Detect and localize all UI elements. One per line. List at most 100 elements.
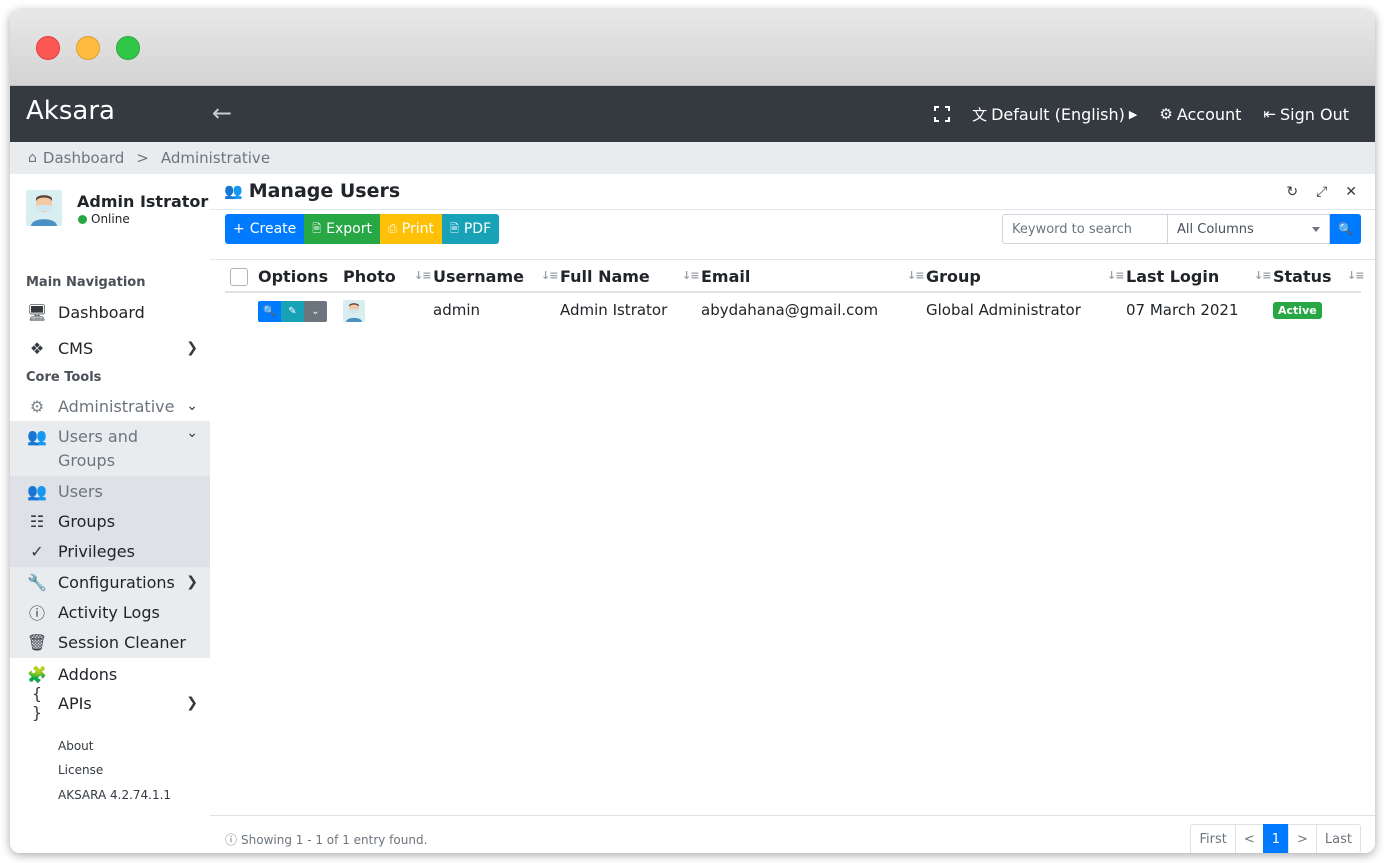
window-titlebar [10,10,1375,86]
user-name: Admin Istrator [77,192,209,211]
sidebar-header-core: Core Tools [26,370,102,385]
account-menu[interactable]: ⚙ Account [1159,105,1241,124]
create-label: Create [249,221,297,237]
edit-button[interactable]: ✎ [281,301,304,322]
dropbox-icon: ❖ [29,338,45,358]
sidebar-item-label: APIs [58,693,92,713]
page-last-button[interactable]: Last [1315,824,1361,853]
expand-icon[interactable]: ⤢ [1316,184,1327,200]
chevron-down-icon: ⌄ [186,425,198,441]
sidebar-item-administrative[interactable]: ⚙ Administrative ⌄ [10,392,210,420]
file-pdf-icon: 🗎 [449,221,459,235]
sidebar-item-users-and-groups[interactable]: 👥 Users and Groups ⌄ [10,421,210,476]
trash-icon: 🗑 [26,633,48,652]
sort-icon[interactable]: ↓≡ [1107,269,1124,282]
cell-group: Global Administrator [926,301,1081,319]
sidebar-item-apis[interactable]: { } APIs ❯ [10,684,210,722]
sort-icon[interactable]: ↓≡ [541,269,558,282]
column-header-options: Options [258,267,329,286]
close-window-button[interactable] [36,36,60,60]
close-icon[interactable]: ✕ [1345,184,1357,200]
column-header-status[interactable]: Status [1273,267,1332,286]
sort-icon[interactable]: ↓≡ [682,269,699,282]
divider [210,815,1375,816]
view-button[interactable]: 🔍 [258,301,281,322]
column-select-value: All Columns [1177,221,1254,237]
export-button[interactable]: 🗎 Export [304,214,380,244]
sidebar-item-configurations[interactable]: 🔧 Configurations ❯ [10,567,210,597]
breadcrumb-dashboard[interactable]: Dashboard [43,149,124,167]
column-select[interactable]: All Columns [1167,214,1330,244]
about-link[interactable]: About [58,739,93,753]
sidebar-item-dashboard[interactable]: 🖥 Dashboard [10,298,210,326]
sidebar-item-users[interactable]: 👥 Users [10,476,210,506]
sidebar-toggle-arrow-icon[interactable]: ← [212,99,232,127]
fullscreen-button[interactable] [934,106,951,122]
search-icon: 🔍 [263,306,276,317]
refresh-icon[interactable]: ↻ [1286,184,1298,200]
sidebar-item-activity-logs[interactable]: ⓘ Activity Logs [10,597,210,627]
row-options: 🔍 ✎ ⌄ [258,301,327,322]
avatar [26,190,62,226]
sidebar-item-groups[interactable]: ☷ Groups [10,506,210,536]
minimize-window-button[interactable] [76,36,100,60]
search-button[interactable]: 🔍 [1330,214,1361,244]
search-bar: All Columns 🔍 [1002,214,1361,244]
sign-out-link[interactable]: ⇤ Sign Out [1263,105,1349,124]
chevron-down-icon: ⌄ [311,306,320,317]
brand-logo[interactable]: Aksara [26,96,115,126]
maximize-window-button[interactable] [116,36,140,60]
sort-icon[interactable]: ↓≡ [907,269,924,282]
sign-out-icon: ⇤ [1263,105,1276,123]
sidebar-item-session-cleaner[interactable]: 🗑 Session Cleaner [10,627,210,658]
page-prev-button[interactable]: < [1234,824,1264,853]
sidebar-item-label: Dashboard [58,302,145,322]
column-header-last-login[interactable]: Last Login [1126,267,1219,286]
chevron-right-icon: ❯ [186,695,198,711]
breadcrumb: ⌂ Dashboard > Administrative [10,142,1375,174]
sort-icon[interactable]: ↓≡ [414,269,431,282]
column-header-email[interactable]: Email [701,267,750,286]
select-all-checkbox[interactable] [230,268,248,286]
user-panel[interactable]: Admin Istrator Online [26,190,209,230]
sidebar-item-label: Privileges [58,542,135,561]
sitemap-icon: ☷ [29,511,45,531]
language-menu[interactable]: 文 Default (English) ▶ [972,104,1137,125]
user-status: Online [78,212,130,226]
user-status-label: Online [91,212,130,226]
browser-window: Aksara ← 文 Default (English) ▶ ⚙ Account… [10,10,1375,853]
top-navbar: Aksara ← 文 Default (English) ▶ ⚙ Account… [10,86,1375,142]
column-header-full-name[interactable]: Full Name [560,267,650,286]
column-header-username[interactable]: Username [433,267,524,286]
result-summary: ⓘ Showing 1 - 1 of 1 entry found. [225,831,427,848]
column-header-group[interactable]: Group [926,267,981,286]
page-next-button[interactable]: > [1288,824,1317,853]
sidebar-item-label: Users and Groups [58,427,138,470]
main-panel: 👥 Manage Users ↻ ⤢ ✕ + Create 🗎 Export ⎙… [210,174,1375,853]
account-label: Account [1176,104,1242,124]
sidebar-item-label: Configurations [58,572,175,592]
page-first-button[interactable]: First [1190,824,1236,853]
page-1-button[interactable]: 1 [1262,824,1289,853]
sidebar-item-cms[interactable]: ❖ CMS ❯ [10,334,210,362]
sign-out-label: Sign Out [1280,104,1349,124]
sort-icon[interactable]: ↓≡ [1347,269,1364,282]
license-link[interactable]: License [58,763,103,777]
sort-icon[interactable]: ↓≡ [1254,269,1271,282]
user-photo[interactable] [343,300,365,322]
column-header-photo: Photo [343,267,396,286]
create-button[interactable]: + Create [225,214,305,244]
caret-right-icon: ▶ [1128,107,1138,121]
cell-username: admin [433,301,480,319]
cell-full-name: Admin Istrator [560,301,668,319]
sidebar-item-privileges[interactable]: ✓ Privileges [10,536,210,567]
info-icon: ⓘ [28,604,45,623]
pdf-button[interactable]: 🗎 PDF [441,214,500,244]
search-input[interactable] [1002,214,1167,244]
gears-icon: ⚙ [1159,105,1173,123]
breadcrumb-administrative[interactable]: Administrative [161,149,270,167]
more-options-button[interactable]: ⌄ [304,301,327,322]
print-button[interactable]: ⎙ Print [379,214,442,244]
sidebar-item-label: Groups [58,511,116,531]
fullscreen-icon [934,106,951,122]
